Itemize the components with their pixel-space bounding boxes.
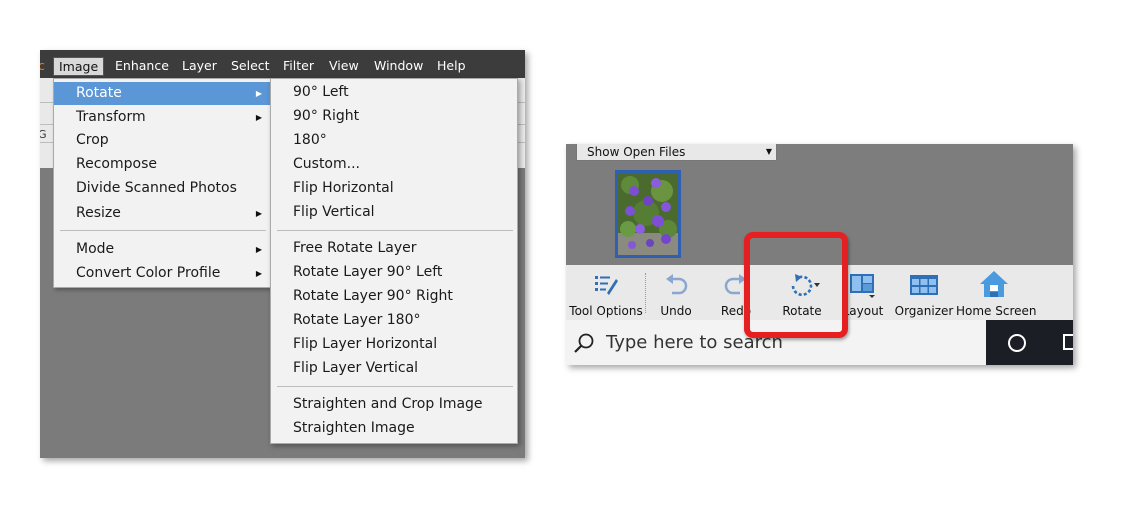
image-menu-item-mode[interactable]: Mode ▶ [54,238,270,261]
image-menu-item-convert-color-profile[interactable]: Convert Color Profile ▶ [54,262,270,285]
rotate-item-free-rotate-layer[interactable]: Free Rotate Layer [271,237,517,260]
menu-window[interactable]: Window [374,57,423,75]
menu-layer[interactable]: Layer [182,57,217,75]
image-menu-item-rotate[interactable]: Rotate ▶ [54,82,270,105]
cortana-icon[interactable] [1008,334,1026,352]
dropdown-arrow-icon: ▼ [765,147,772,156]
photo-thumbnail[interactable] [615,170,681,258]
menu-select[interactable]: Select [231,57,270,75]
menu-separator [277,230,513,231]
home-icon [980,271,1008,297]
layout-icon [850,274,875,298]
rotate-item-custom[interactable]: Custom... [271,153,517,176]
toolbar-fragment: G [40,128,47,141]
show-open-files-dropdown[interactable]: Show Open Files ▼ [576,144,777,161]
rotate-item-180[interactable]: 180° [271,129,517,152]
undo-button[interactable]: Undo [652,265,700,320]
rotate-item-flip-layer-vertical[interactable]: Flip Layer Vertical [271,357,517,380]
menu-separator [60,230,266,231]
submenu-arrow-icon: ▶ [255,245,262,254]
menu-enhance[interactable]: Enhance [115,57,169,75]
submenu-arrow-icon: ▶ [255,209,262,218]
undo-icon [666,274,688,295]
submenu-arrow-icon: ▶ [255,89,262,98]
tool-options-icon [595,276,618,295]
organizer-button[interactable]: Organizer [894,265,954,320]
image-menu-dropdown: Rotate ▶ Transform ▶ Crop Recompose Divide… [53,78,271,288]
menu-image[interactable]: Image [53,57,105,76]
menu-separator [277,386,513,387]
image-menu-item-recompose[interactable]: Recompose [54,153,270,176]
menu-bar: c Image Enhance Layer Select Filter View… [40,50,525,78]
rotate-item-90-left[interactable]: 90° Left [271,81,517,104]
rotate-item-flip-layer-horizontal[interactable]: Flip Layer Horizontal [271,333,517,356]
rotate-item-layer-180[interactable]: Rotate Layer 180° [271,309,517,332]
search-icon [574,333,594,353]
tool-options-button[interactable]: Tool Options [566,265,646,320]
rotate-item-layer-90-left[interactable]: Rotate Layer 90° Left [271,261,517,284]
rotate-item-flip-vertical[interactable]: Flip Vertical [271,201,517,224]
submenu-arrow-icon: ▶ [255,113,262,122]
task-view-icon[interactable] [1063,334,1073,350]
flower-photo-image [618,173,678,255]
rotate-item-straighten-and-crop[interactable]: Straighten and Crop Image [271,393,517,416]
home-screen-button[interactable]: Home Screen [956,265,1037,320]
menu-previous[interactable]: c [40,57,45,75]
menu-view[interactable]: View [329,57,359,75]
windows-taskbar-dark [986,320,1073,365]
image-menu-item-divide-scanned[interactable]: Divide Scanned Photos [54,177,270,200]
rotate-item-90-right[interactable]: 90° Right [271,105,517,128]
image-menu-item-resize[interactable]: Resize ▶ [54,202,270,225]
image-menu-item-transform[interactable]: Transform ▶ [54,106,270,129]
organizer-icon [910,275,938,295]
rotate-item-layer-90-right[interactable]: Rotate Layer 90° Right [271,285,517,308]
rotate-submenu: 90° Left 90° Right 180° Custom... Flip H… [270,78,518,444]
submenu-arrow-icon: ▶ [255,269,262,278]
menu-filter[interactable]: Filter [283,57,314,75]
image-menu-item-crop[interactable]: Crop [54,129,270,152]
menu-help[interactable]: Help [437,57,466,75]
rotate-highlight-annotation [744,232,848,338]
rotate-item-flip-horizontal[interactable]: Flip Horizontal [271,177,517,200]
rotate-item-straighten-image[interactable]: Straighten Image [271,417,517,440]
